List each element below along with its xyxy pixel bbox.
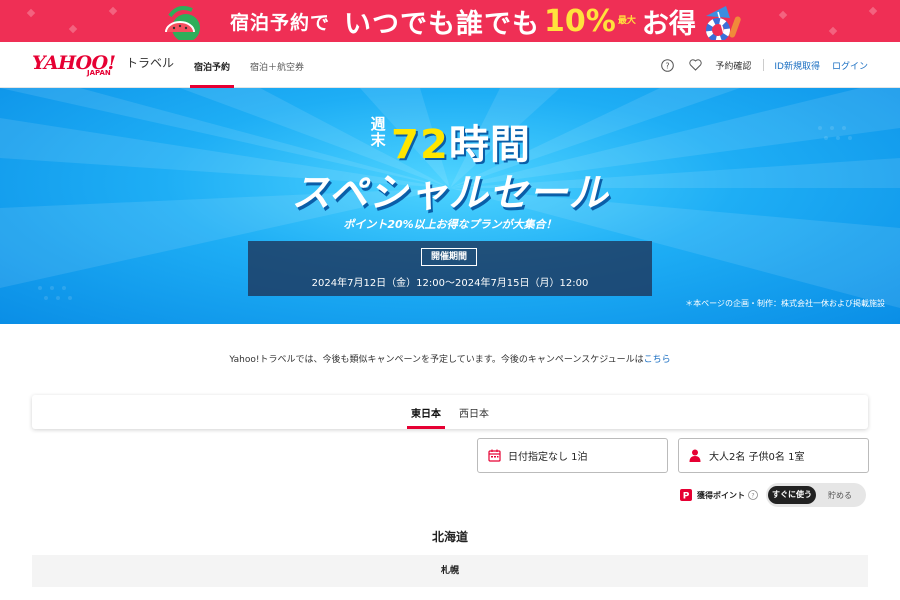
heart-icon[interactable] — [687, 57, 703, 73]
campaign-info-text: Yahoo!トラベルでは、今後も類似キャンペーンを予定しています。今後のキャンペ… — [229, 355, 644, 365]
toggle-use-now[interactable]: すぐに使う — [768, 486, 816, 504]
promo-text-b: いつでも誰でも — [344, 8, 541, 40]
calendar-icon — [488, 449, 502, 463]
region-tabs: 東日本 西日本 — [32, 395, 868, 429]
svg-text:?: ? — [665, 61, 669, 70]
points-help-icon[interactable]: ? — [748, 490, 758, 500]
tab-east-japan[interactable]: 東日本 — [411, 405, 441, 420]
main-nav: 宿泊予約 宿泊＋航空券 — [190, 42, 320, 88]
hero-note: ＊本ページの企画・制作：株式会社一休および掲載施設 — [685, 299, 885, 308]
hero-banner: 週末 72時間 スペシャルセール ポイント20%以上お得なプランが大集合！ 開催期… — [0, 88, 900, 324]
promo-headline: 宿泊予約で いつでも誰でも 10% 最大 お得 — [230, 3, 696, 40]
watermelon-icon — [165, 6, 200, 40]
sale-period-box: 開催期間 2024年7月12日（金）12:00〜2024年7月15日（月）12:… — [248, 241, 652, 296]
svg-text:?: ? — [751, 493, 754, 500]
points-setting: P 獲得ポイント ? すぐに使う 貯める — [680, 483, 866, 507]
svg-text:P: P — [683, 492, 690, 502]
reservation-check-link[interactable]: 予約確認 — [715, 59, 751, 72]
points-toggle[interactable]: すぐに使う 貯める — [766, 483, 866, 507]
hero-title-main: スペシャルセール — [291, 171, 609, 216]
yahoo-travel-logo[interactable]: YAHOO! JAPAN トラベル — [32, 52, 174, 78]
date-field-value: 日付指定なし 1泊 — [508, 452, 588, 463]
period-label: 開催期間 — [421, 248, 477, 266]
tab-hotel-flight[interactable]: 宿泊＋航空券 — [246, 42, 308, 88]
hero-subtitle: ポイント20%以上お得なプランが大集合！ — [343, 218, 557, 231]
area-row-sapporo[interactable]: 札幌 — [32, 555, 868, 587]
period-dates: 2024年7月12日（金）12:00〜2024年7月15日（月）12:00 — [311, 278, 589, 289]
tab-hotel-booking[interactable]: 宿泊予約 — [190, 42, 235, 88]
point-icon: P — [680, 489, 692, 501]
promo-percent: 10% — [544, 3, 616, 39]
header-divider — [763, 59, 765, 71]
promo-text-e: お得 — [641, 8, 696, 40]
area-title: 北海道 — [431, 530, 468, 544]
active-tab-indicator — [407, 426, 445, 429]
promo-max-label: 最大 — [617, 16, 636, 26]
logo-service: トラベル — [126, 56, 175, 70]
guests-field-value: 大人2名 子供0名 1室 — [709, 452, 805, 463]
date-field[interactable]: 日付指定なし 1泊 — [477, 438, 668, 473]
tab-west-japan[interactable]: 西日本 — [459, 405, 489, 420]
guests-field[interactable]: 大人2名 子供0名 1室 — [678, 438, 869, 473]
person-icon — [689, 449, 703, 463]
toggle-save[interactable]: 貯める — [816, 490, 864, 501]
logo-sub: JAPAN — [87, 69, 111, 77]
points-label: 獲得ポイント — [697, 490, 745, 500]
header-actions: ? 予約確認 ID新規取得 ログイン — [659, 42, 868, 88]
login-link[interactable]: ログイン — [832, 59, 868, 72]
float-ring-icon — [706, 6, 741, 40]
hero-title-prefix: 週末 — [370, 115, 386, 149]
promo-text-a: 宿泊予約で — [230, 11, 331, 34]
signup-link[interactable]: ID新規取得 — [774, 59, 820, 72]
campaign-info: Yahoo!トラベルでは、今後も類似キャンペーンを予定しています。今後のキャンペ… — [0, 352, 900, 365]
promo-banner[interactable]: 宿泊予約で いつでも誰でも 10% 最大 お得 — [0, 0, 900, 42]
campaign-schedule-link[interactable]: こちら — [644, 355, 671, 365]
site-header: YAHOO! JAPAN トラベル 宿泊予約 宿泊＋航空券 ? 予約確認 ID新… — [0, 42, 900, 88]
help-icon[interactable]: ? — [659, 57, 675, 73]
